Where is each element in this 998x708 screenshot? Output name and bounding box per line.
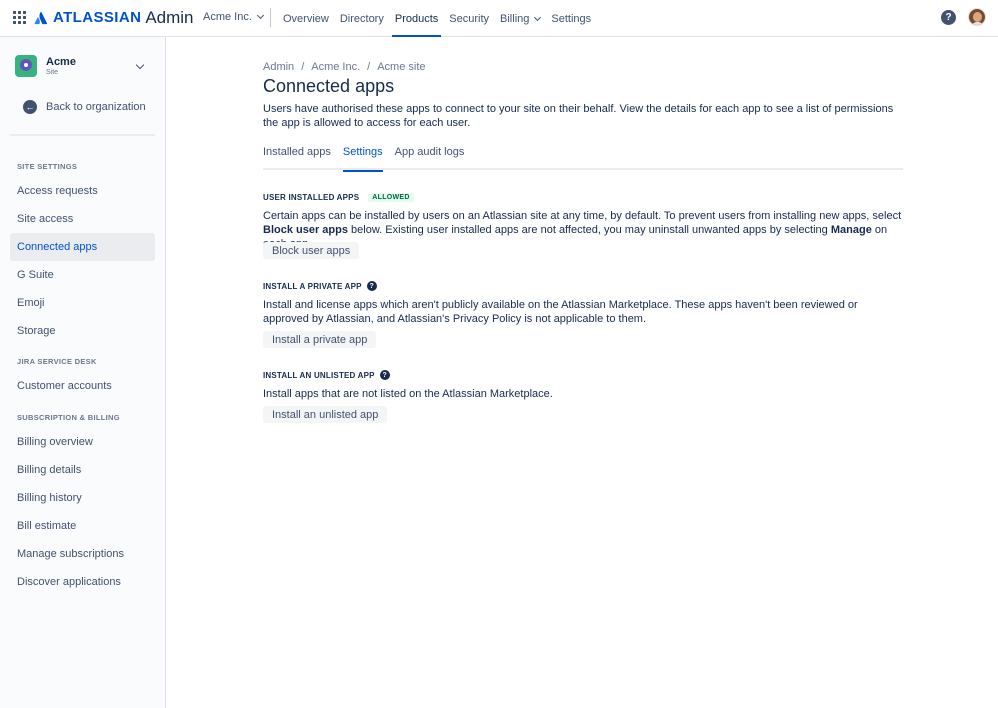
top-navigation: ATLASSIAN Admin Acme Inc. Overview Direc… xyxy=(0,0,998,37)
install-private-app-button[interactable]: Install a private app xyxy=(263,331,377,348)
install-unlisted-app-title: INSTALL AN UNLISTED APP xyxy=(263,370,375,380)
nav-directory-label: Directory xyxy=(339,12,384,25)
org-name: Acme Inc. xyxy=(203,11,252,23)
install-private-app-heading: INSTALL A PRIVATE APP ? xyxy=(263,281,377,291)
section-subscription-billing: SUBSCRIPTION & BILLING xyxy=(17,413,120,422)
atlassian-logo-icon xyxy=(34,11,48,24)
nav-billing[interactable]: Billing xyxy=(500,0,542,37)
status-badge: ALLOWED xyxy=(368,193,414,202)
nav-directory[interactable]: Directory xyxy=(340,0,384,37)
sidebar-item-manage-subscriptions[interactable]: Manage subscriptions xyxy=(10,540,155,568)
org-switcher[interactable]: Acme Inc. xyxy=(203,11,264,23)
site-name: Acme xyxy=(46,55,76,68)
chevron-down-icon xyxy=(534,13,542,21)
breadcrumb: Admin / Acme Inc. / Acme site xyxy=(263,61,426,73)
install-unlisted-app-heading: INSTALL AN UNLISTED APP ? xyxy=(263,370,390,380)
breadcrumb-site[interactable]: Acme site xyxy=(377,61,425,73)
sidebar-item-site-access[interactable]: Site access xyxy=(10,205,155,233)
block-user-apps-button[interactable]: Block user apps xyxy=(263,242,360,259)
nav-settings[interactable]: Settings xyxy=(551,0,591,37)
question-icon[interactable]: ? xyxy=(379,370,390,380)
install-private-app-description: Install and license apps which aren't pu… xyxy=(263,299,858,325)
install-unlisted-app-button[interactable]: Install an unlisted app xyxy=(263,406,388,423)
logo-wordmark: ATLASSIAN xyxy=(53,9,142,26)
back-to-organization-link[interactable]: ← Back to organization xyxy=(23,100,146,114)
description-bold: Manage xyxy=(830,224,872,236)
tab-installed-apps[interactable]: Installed apps xyxy=(263,146,331,170)
nav-billing-label: Billing xyxy=(500,12,530,25)
help-icon[interactable]: ? xyxy=(941,10,956,25)
nav-products-label: Products xyxy=(394,12,439,25)
user-avatar[interactable] xyxy=(968,8,986,26)
sidebar-item-bill-estimate[interactable]: Bill estimate xyxy=(10,512,155,540)
question-icon[interactable]: ? xyxy=(366,281,377,291)
nav-settings-label: Settings xyxy=(551,12,592,25)
tab-settings[interactable]: Settings xyxy=(342,146,383,172)
sidebar-item-customer-accounts[interactable]: Customer accounts xyxy=(10,372,155,400)
breadcrumb-org[interactable]: Acme Inc. xyxy=(311,61,360,73)
breadcrumb-separator: / xyxy=(301,61,305,73)
tab-app-audit-logs[interactable]: App audit logs xyxy=(395,146,465,170)
site-switcher[interactable]: Acme Site xyxy=(15,55,76,77)
logo-product-name: Admin xyxy=(145,7,194,27)
tab-bar: Installed apps Settings App audit logs xyxy=(263,146,903,172)
sidebar-item-storage[interactable]: Storage xyxy=(10,317,155,345)
chevron-down-icon[interactable] xyxy=(135,60,145,70)
main-nav: Overview Directory Products Security Bil… xyxy=(283,0,602,37)
install-unlisted-app-description: Install apps that are not listed on the … xyxy=(263,388,553,400)
sidebar-item-g-suite[interactable]: G Suite xyxy=(10,261,155,289)
page-description: Users have authorised these apps to conn… xyxy=(263,103,894,129)
nav-security[interactable]: Security xyxy=(449,0,489,37)
arrow-left-icon: ← xyxy=(23,100,37,114)
sidebar-item-billing-history[interactable]: Billing history xyxy=(10,484,155,512)
sidebar: Acme Site ← Back to organization SITE SE… xyxy=(0,37,166,708)
app-switcher-icon[interactable] xyxy=(13,11,26,24)
site-type: Site xyxy=(46,68,59,76)
description-text: below. Existing user installed apps are … xyxy=(347,224,831,236)
description-text: Certain apps can be installed by users o… xyxy=(263,210,902,222)
nav-overview-label: Overview xyxy=(283,12,329,25)
nav-divider xyxy=(270,8,271,27)
sidebar-item-billing-details[interactable]: Billing details xyxy=(10,456,155,484)
chevron-down-icon xyxy=(256,11,264,20)
nav-security-label: Security xyxy=(449,12,490,25)
install-private-app-title: INSTALL A PRIVATE APP xyxy=(263,281,362,291)
user-installed-apps-heading: USER INSTALLED APPS ALLOWED xyxy=(263,193,414,202)
nav-overview[interactable]: Overview xyxy=(283,0,329,37)
sidebar-item-access-requests[interactable]: Access requests xyxy=(10,177,155,205)
user-installed-apps-title: USER INSTALLED APPS xyxy=(263,193,360,202)
sidebar-item-discover-applications[interactable]: Discover applications xyxy=(10,568,155,596)
site-icon xyxy=(15,55,37,77)
section-site-settings: SITE SETTINGS xyxy=(17,162,78,171)
sidebar-item-emoji[interactable]: Emoji xyxy=(10,289,155,317)
breadcrumb-separator: / xyxy=(367,61,371,73)
atlassian-admin-logo[interactable]: ATLASSIAN Admin xyxy=(34,8,194,27)
back-label: Back to organization xyxy=(46,101,146,113)
nav-products[interactable]: Products xyxy=(391,0,442,37)
page-title: Connected apps xyxy=(263,76,395,96)
section-jira-service-desk: JIRA SERVICE DESK xyxy=(17,357,97,366)
description-bold: Block user apps xyxy=(263,224,348,236)
sidebar-item-connected-apps[interactable]: Connected apps xyxy=(10,233,155,261)
sidebar-item-billing-overview[interactable]: Billing overview xyxy=(10,428,155,456)
sidebar-divider xyxy=(10,134,155,136)
breadcrumb-admin[interactable]: Admin xyxy=(263,61,294,73)
